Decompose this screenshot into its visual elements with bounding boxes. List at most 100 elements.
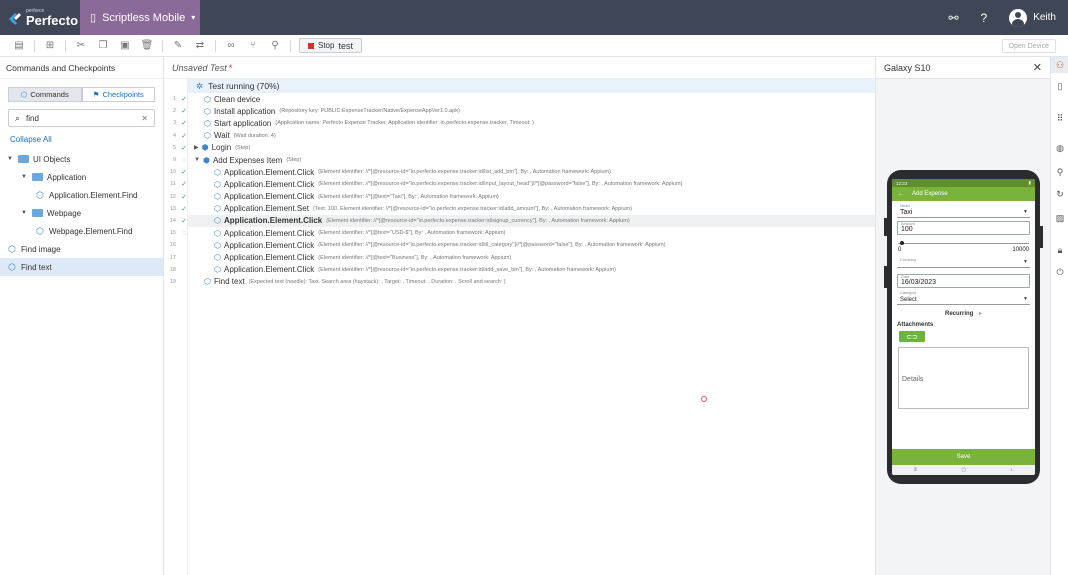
step-row[interactable]: 18 ⬡ Application.Element.Click (Element … [170,264,875,276]
tab-commands[interactable]: ⬡ Commands [8,87,82,102]
tree-item-webpage-element-find[interactable]: ⬡ Webpage.Element.Find [0,222,163,240]
tree-item-application-element-find[interactable]: ⬡ Application.Element.Find [0,186,163,204]
avatar [1009,8,1028,27]
tree-item-application[interactable]: ▼ Application [0,168,163,186]
step-row[interactable]: 11 ✓ ⬡ Application.Element.Click (Elemen… [170,178,875,190]
attachments-label: Attachments [897,322,934,328]
delete-icon[interactable]: 🗑︎ [136,38,158,54]
search-input[interactable] [26,113,136,123]
collapse-all-link[interactable]: Collapse All [10,135,163,144]
edit-icon[interactable]: ✎ [167,38,189,54]
slider-thumb[interactable] [900,241,904,245]
back-arrow-icon[interactable]: ← [898,191,904,197]
test-editor: Unsaved Test * ✲ Test running (70%) 1 ✓ … [164,57,875,575]
check-icon: ✓ [181,181,187,189]
step-row[interactable]: 5 ✓ ▶ ⬢ Login (Step) [173,142,875,154]
tree-item-find-text[interactable]: ⬡ Find text [0,258,163,276]
step-row[interactable]: 13 ✓ ⬡ Application.Element.Set (Text: 10… [170,203,875,215]
stop-test-button[interactable]: Stop test [299,38,362,53]
step-name: Add Expenses Item [212,155,283,165]
location-icon[interactable]: ⚲ [1051,167,1068,178]
category-field[interactable]: Category Select ▼ [897,290,1030,305]
device-icon[interactable]: ▯ [1051,81,1068,92]
category-value: Select [900,297,917,303]
currency-field[interactable]: Currency ▼ [897,257,1030,268]
step-row[interactable]: 3 ✓ ⬡ Start application (Application nam… [173,117,875,129]
step-row[interactable]: 1 ✓ ⬡ Clean device [173,93,875,105]
cube-icon: ⬡ [36,189,44,200]
hierarchy-icon[interactable]: ⚲ [264,38,286,54]
clear-icon[interactable]: ✕ [141,114,148,123]
line-number: 9 [172,157,176,164]
head-field[interactable]: Head Taxi ▼ [897,203,1030,218]
user-menu[interactable]: Keith [1009,8,1056,27]
back-icon[interactable]: ‹ [1011,467,1013,473]
amount-field[interactable]: Amount 100 [897,221,1030,235]
step-name: Find text [213,277,245,287]
save-button[interactable]: Save [892,449,1035,465]
amount-slider[interactable]: 0 10000 [898,239,1029,255]
help-icon[interactable]: ? [981,11,988,25]
tree-item-ui-objects[interactable]: ▼ UI Objects [0,150,163,168]
binoculars-icon[interactable]: ⚇ [1051,57,1068,73]
caret-down-icon[interactable]: ▼ [20,210,28,216]
step-row[interactable]: 12 ✓ ⬡ Application.Element.Click (Elemen… [170,191,875,203]
caret-down-icon[interactable]: ▼ [20,174,28,180]
step-row[interactable]: 19 ⬡ Find text (Expected text (needle): … [170,276,875,288]
collapse-icon[interactable]: ▼ [194,157,200,163]
new-test-icon[interactable]: ▤ [8,38,30,54]
date-field[interactable]: Date 16/03/2023 [897,274,1030,288]
line-number: 1 [172,96,176,103]
paperclip-icon: ⊂⊃ [906,333,918,341]
perfecto-logo[interactable]: perforce Perfecto [0,0,80,35]
product-switcher[interactable]: ▯ Scriptless Mobile ▾ [80,0,200,35]
caret-down-icon[interactable]: ▼ [6,156,14,162]
loop-icon[interactable]: ∞ [220,38,242,54]
details-field[interactable]: Details [898,347,1029,409]
open-device-button[interactable]: Open Device [1001,39,1056,53]
branch-icon[interactable]: ⑂ [242,38,264,54]
step-row[interactable]: 15 ◌ ⬡ Application.Element.Click (Elemen… [170,227,875,239]
lock-icon[interactable]: 🔒︎ [1051,245,1068,256]
tree-item-webpage[interactable]: ▼ Webpage [0,204,163,222]
step-name: Application.Element.Click [223,192,315,202]
step-row[interactable]: 4 ✓ ⬡ Wait (Wait duration: 4) [173,130,875,142]
copy-icon[interactable]: ❐ [92,38,114,54]
device-screen[interactable]: 12:23 ▮ ← Add Expense Head Taxi ▼ Amount… [892,179,1035,475]
tree-item-find-image[interactable]: ⬡ Find image [0,240,163,258]
attach-button[interactable]: ⊂⊃ [899,331,925,342]
rotate-icon[interactable]: ↻ [1051,189,1068,200]
toggle-icon: ▸ [979,311,983,317]
fingerprint-icon[interactable]: ◍ [1051,143,1068,154]
step-row[interactable]: 10 ✓ ⬡ Application.Element.Click (Elemen… [170,166,875,178]
step-row[interactable]: 16 ⬡ Application.Element.Click (Element … [170,239,875,251]
paste-icon[interactable]: ▣ [114,38,136,54]
tab-checkpoints[interactable]: ⚑ Checkpoints [81,87,155,102]
expand-icon[interactable]: ▶ [194,144,199,151]
home-icon[interactable]: ▢ [961,467,966,473]
power-icon[interactable]: ⏻ [1051,267,1068,278]
grid-icon[interactable]: ⠿ [1051,113,1068,124]
panel-tabs: ⬡ Commands ⚑ Checkpoints [8,87,155,102]
image-icon[interactable]: ▨ [1051,213,1068,224]
step-detail: (Repository key: PUBLIC:ExpenseTracker/N… [279,108,460,115]
stop-label: Stop [318,41,335,50]
line-number: 14 [169,217,176,224]
link-icon[interactable]: ⚯ [948,11,958,25]
close-icon[interactable]: ✕ [1033,61,1042,74]
commands-panel: Commands and Checkpoints ⬡ Commands ⚑ Ch… [0,57,164,575]
step-row[interactable]: 9 ◌ ▼ ⬢ Add Expenses Item (Step) [173,154,875,166]
step-detail: (Element identifier: //*[@resource-id="i… [318,169,611,176]
recents-icon[interactable]: ⦀ [914,467,916,473]
cut-icon[interactable]: ✂ [70,38,92,54]
toolbar-divider [290,39,291,52]
step-row[interactable]: 2 ✓ ⬡ Install application (Repository ke… [173,105,875,117]
step-row-current[interactable]: 14 ✓ ⬡ Application.Element.Click (Elemen… [170,214,875,228]
recurring-toggle[interactable]: Recurring ▸ [892,310,1035,317]
add-step-icon[interactable]: ⊞ [39,38,61,54]
toolbar-divider [65,39,66,52]
step-row[interactable]: 17 ⬡ Application.Element.Click (Element … [170,251,875,263]
swap-icon[interactable]: ⇄ [189,38,211,54]
cube-icon: ⬡ [214,192,221,202]
step-detail: (Element identifier: //*[@resource-id="i… [318,266,616,273]
